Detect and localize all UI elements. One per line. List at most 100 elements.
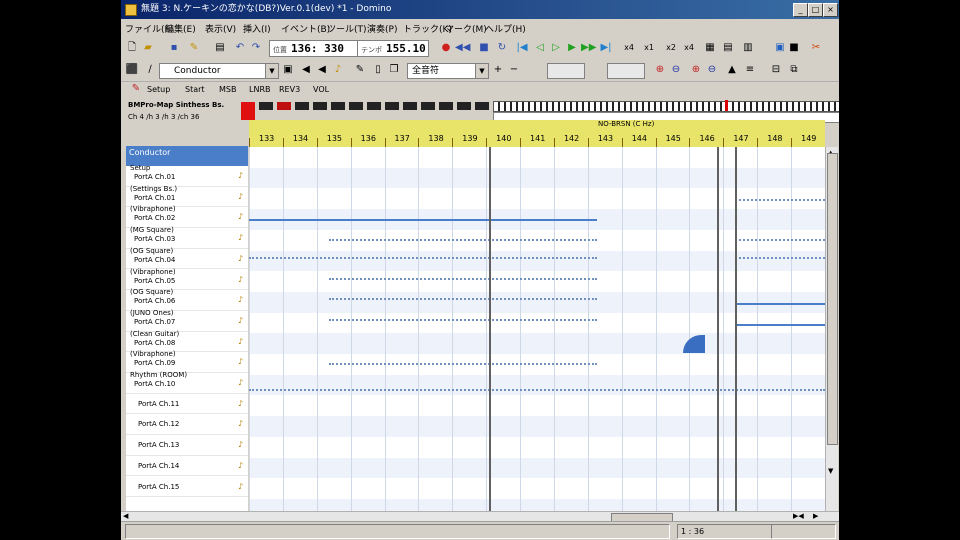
track-row[interactable]: PortA Ch.11 ♪ [126, 394, 248, 415]
event-mark[interactable] [249, 257, 597, 260]
minimize-button[interactable]: _ [793, 3, 808, 17]
track-row[interactable]: (OG Square) PortA Ch.06 ♪ [126, 289, 248, 311]
speaker-icon[interactable]: ♪ [238, 378, 246, 388]
window-icon[interactable]: ▣ [773, 41, 787, 55]
tab-vol[interactable]: VOL [313, 82, 329, 98]
track-name-select[interactable]: Conductor ▼ [159, 63, 279, 79]
tab-rev3[interactable]: REV3 [279, 82, 300, 98]
event-mark[interactable] [329, 278, 597, 281]
zoom-x4-button[interactable]: x4 [619, 41, 639, 55]
zoom-fit-icon[interactable]: ⊕ [689, 63, 703, 77]
fast-forward-icon[interactable]: ▶▶ [581, 41, 596, 55]
triangle-up-icon[interactable]: ▲ [725, 63, 739, 77]
speaker-icon[interactable]: ♪ [238, 357, 246, 367]
speaker-icon[interactable]: ♪ [238, 337, 246, 347]
grid-icon[interactable]: ▦ [703, 41, 717, 55]
stop-icon[interactable]: ■ [477, 41, 491, 55]
pencil-icon[interactable]: ∕ [143, 63, 157, 77]
event-mark[interactable] [735, 239, 825, 242]
event-grid[interactable] [249, 147, 825, 511]
scroll-down-icon[interactable]: ▼ [828, 467, 833, 475]
horizontal-rule-icon[interactable]: ≡ [743, 63, 757, 77]
track-row[interactable]: Rhythm (ROOM) PortA Ch.10 ♪ [126, 372, 248, 394]
playback-cursor[interactable] [489, 147, 491, 511]
properties-icon[interactable]: ✎ [187, 41, 201, 55]
event-mark[interactable] [329, 319, 597, 322]
event-mark[interactable] [249, 219, 597, 221]
playback-cursor[interactable] [735, 147, 737, 511]
brush-icon[interactable]: ✎ [353, 63, 367, 77]
plus-icon[interactable]: + [491, 63, 505, 77]
speaker-icon[interactable]: ♪ [238, 399, 246, 409]
track-row[interactable]: PortA Ch.14 ♪ [126, 456, 248, 477]
event-mark[interactable] [735, 199, 825, 202]
new-file-icon[interactable]: 🗋 [125, 41, 139, 55]
speaker-icon[interactable]: ♪ [331, 63, 345, 77]
zoom-x4b-button[interactable]: x4 [679, 41, 699, 55]
playback-cursor[interactable] [717, 147, 719, 511]
speaker-icon[interactable]: ♪ [238, 171, 246, 181]
event-mark[interactable] [329, 363, 597, 366]
event-mark[interactable] [249, 389, 825, 392]
page-icon[interactable]: ▯ [371, 63, 385, 77]
undo-icon[interactable]: ↶ [233, 41, 247, 55]
piano-roll-icon[interactable]: ▥ [741, 41, 755, 55]
scroll-thumb[interactable] [827, 153, 838, 445]
speaker-icon[interactable]: ♪ [238, 212, 246, 222]
align-icon[interactable]: ⊟ [769, 63, 783, 77]
document-icon[interactable]: ▤ [213, 41, 227, 55]
zoom-reset-icon[interactable]: ⊖ [705, 63, 719, 77]
track-row[interactable]: PortA Ch.12 ♪ [126, 414, 248, 436]
menu-play[interactable]: 演奏(P) [367, 22, 397, 35]
menu-mark[interactable]: マーク(M) [445, 22, 487, 35]
tempo-display[interactable]: テンポ 155.10 [357, 40, 429, 57]
lock-icon[interactable]: ▣ [281, 63, 295, 77]
menu-tool[interactable]: ツール(T) [327, 22, 367, 35]
track-row[interactable]: (Vibraphone) PortA Ch.09 ♪ [126, 351, 248, 373]
speaker-icon[interactable]: ♪ [238, 482, 246, 492]
event-mark[interactable] [735, 324, 825, 326]
speaker-icon[interactable]: ♪ [238, 316, 246, 326]
menu-help[interactable]: ヘルプ(H) [485, 22, 526, 35]
play-icon[interactable]: ▶ [565, 41, 579, 55]
velocity-field[interactable] [547, 63, 585, 79]
track-row[interactable]: (MG Square) PortA Ch.03 ♪ [126, 227, 248, 249]
speaker-icon[interactable]: ♪ [238, 440, 246, 450]
speaker-icon[interactable]: ♪ [238, 419, 246, 429]
open-folder-icon[interactable]: ▰ [141, 41, 155, 55]
mini-keyboard[interactable] [493, 101, 839, 112]
pin-icon[interactable]: ✎ [129, 82, 143, 96]
redo-icon[interactable]: ↷ [249, 41, 263, 55]
menu-view[interactable]: 表示(V) [205, 22, 236, 35]
window-tile-icon[interactable]: ⧉ [787, 63, 801, 77]
tab-setup[interactable]: Setup [147, 82, 170, 98]
track-row[interactable]: (Vibraphone) PortA Ch.05 ♪ [126, 268, 248, 291]
speaker-icon[interactable]: ♪ [238, 233, 246, 243]
step-left-icon[interactable]: ◀ [299, 63, 313, 77]
zoom-in-icon[interactable]: ⊕ [653, 63, 667, 77]
speaker-icon[interactable]: ♪ [238, 295, 246, 305]
track-row[interactable]: (OG Square) PortA Ch.04 ♪ [126, 247, 248, 270]
track-row[interactable]: (Vibraphone) PortA Ch.02 ♪ [126, 206, 248, 229]
event-mark[interactable] [735, 257, 825, 260]
menu-event[interactable]: イベント(B) [281, 22, 330, 35]
gate-field[interactable] [607, 63, 645, 79]
event-mark[interactable] [329, 239, 597, 242]
track-row[interactable]: (Settings Bs.) PortA Ch.01 ♪ [126, 185, 248, 208]
track-row[interactable]: PortA Ch.13 ♪ [126, 435, 248, 456]
tab-start[interactable]: Start [185, 82, 205, 98]
step-back-icon[interactable]: ◁ [533, 41, 547, 55]
rewind2-icon[interactable]: ◀ [315, 63, 329, 77]
track-row[interactable]: (JUNO Ones) PortA Ch.07 ♪ [126, 309, 248, 332]
record-icon[interactable]: ● [439, 41, 453, 55]
loop-icon[interactable]: ↻ [495, 41, 509, 55]
speaker-icon[interactable]: ♪ [238, 461, 246, 471]
speaker-icon[interactable]: ♪ [238, 254, 246, 264]
menu-insert[interactable]: 挿入(I) [243, 22, 271, 35]
track-row[interactable]: (Clean Guitar) PortA Ch.08 ♪ [126, 330, 248, 353]
next-marker-icon[interactable]: ▶| [599, 41, 613, 55]
scroll-left-icon[interactable]: ◀ [123, 512, 128, 520]
measure-ruler[interactable]: NO-BRSN (C Hz) 133 134 135 136 137 138 139 140 1… [249, 120, 825, 148]
scroll-right-icon[interactable]: ▶◀ [793, 512, 804, 520]
tab-lnrb[interactable]: LNRB [249, 82, 271, 98]
